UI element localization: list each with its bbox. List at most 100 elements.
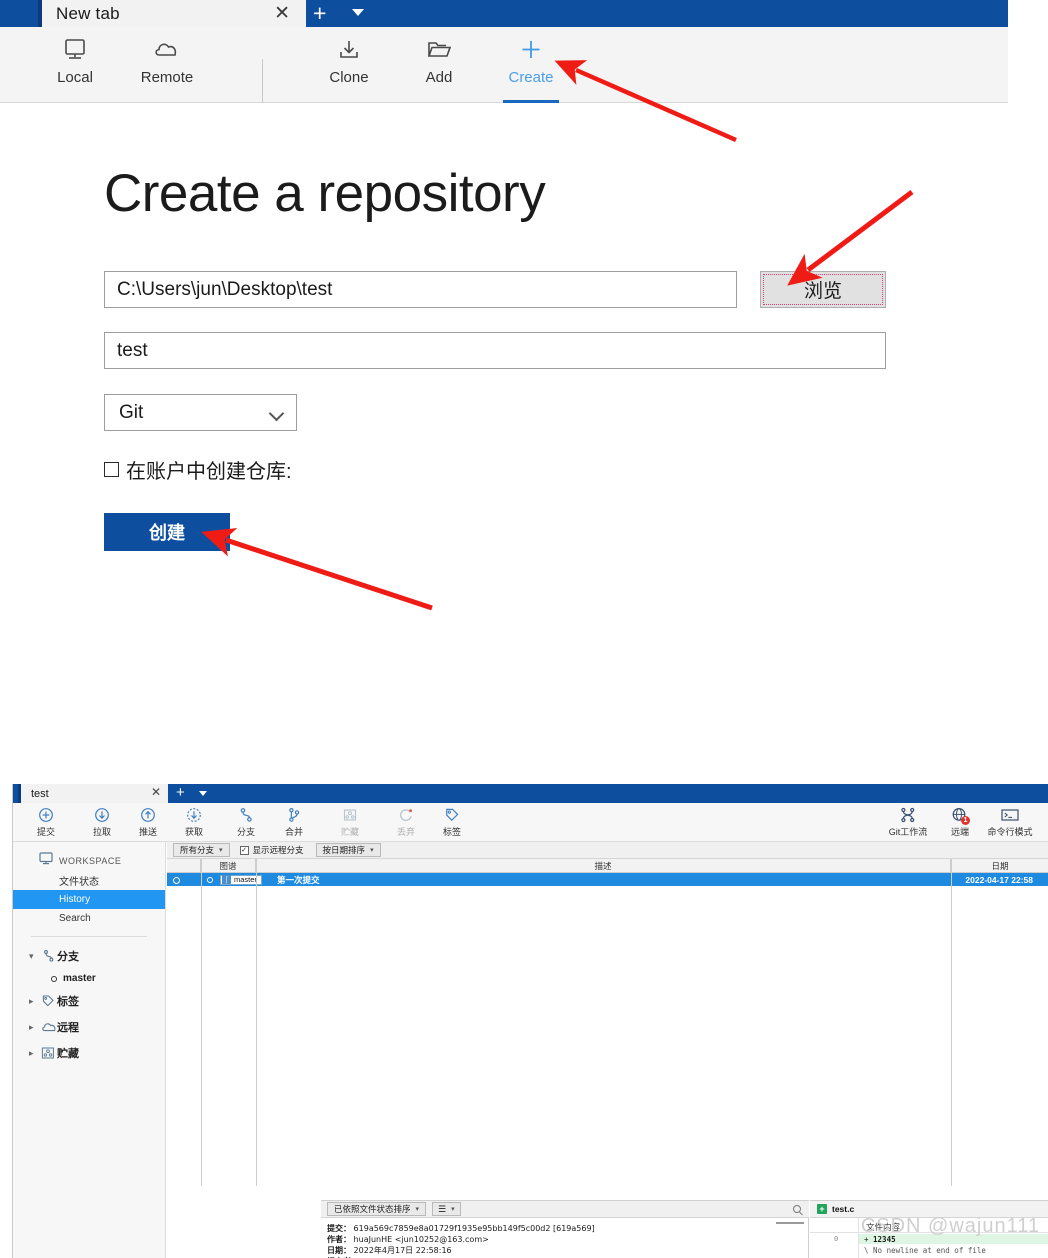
sourcetree-tab-test[interactable]: test ✕ — [18, 784, 168, 803]
caret-down-icon[interactable] — [199, 791, 207, 796]
toolbar-label: 标签 — [442, 827, 461, 837]
repository-name-input[interactable]: test — [104, 332, 886, 369]
toolbar-button-add[interactable]: Add — [396, 33, 482, 99]
tag-icon — [444, 805, 460, 824]
create-in-account-label: 在账户中创建仓库: — [126, 461, 292, 483]
commit-dot-icon — [207, 877, 213, 883]
checkbox-box: ✓ — [239, 845, 249, 855]
toolbar-button-gitflow[interactable]: Git工作流 — [885, 805, 931, 841]
chevron-right-icon: ▸ — [29, 1021, 34, 1032]
checkbox-box — [104, 462, 119, 477]
sidebar-workspace-header: WORKSPACE — [13, 851, 165, 871]
toolbar-button-fetch[interactable]: 获取 — [171, 805, 217, 841]
close-icon[interactable]: ✕ — [274, 2, 290, 25]
destination-path-input[interactable]: C:\Users\jun\Desktop\test — [104, 271, 737, 308]
close-icon[interactable]: ✕ — [151, 785, 161, 799]
caret-down-icon[interactable] — [352, 9, 364, 16]
column-header-description[interactable]: 描述 — [256, 859, 951, 873]
branch-dot-icon — [51, 975, 57, 982]
diff-text: No newline at end of file — [873, 1246, 986, 1255]
toolbar-label: 合并 — [284, 827, 303, 837]
plus-icon[interactable]: + — [313, 1, 326, 26]
toolbar-button-branch[interactable]: 分支 — [223, 805, 269, 841]
show-remote-branches-checkbox[interactable]: ✓ 显示远程分支 — [239, 844, 304, 856]
toolbar-button-commit[interactable]: 提交 — [23, 805, 69, 841]
sidebar-group-stashes[interactable]: ▸ 贮藏 — [13, 1040, 165, 1066]
metadata-value: huaJunHE <jun10252@163.com> — [353, 1235, 489, 1244]
toolbar-button-pull[interactable]: 拉取 — [79, 805, 125, 841]
toolbar-label: 远端 — [950, 827, 969, 837]
column-divider — [201, 859, 202, 1186]
globe-icon: 1 — [951, 805, 970, 825]
cloud-icon — [39, 1021, 57, 1034]
tab-label: New tab — [56, 3, 120, 23]
toolbar-button-merge[interactable]: 合并 — [271, 805, 317, 841]
repository-name-value: test — [117, 339, 148, 361]
branch-filter-dropdown[interactable]: 所有分支 ▾ — [173, 843, 230, 857]
sidebar-group-label: 贮藏 — [57, 1048, 79, 1060]
sidebar-group-tags[interactable]: ▸ 标签 — [13, 988, 165, 1014]
toolbar-button-terminal[interactable]: 命令行模式 — [987, 805, 1033, 841]
toolbar-button-push[interactable]: 推送 — [125, 805, 171, 841]
sidebar-item-file-status[interactable]: 文件状态 — [13, 871, 165, 890]
toolbar-button-tag[interactable]: 标签 — [429, 805, 475, 841]
toolbar-button-create[interactable]: Create — [488, 33, 574, 103]
commit-plus-icon — [38, 805, 54, 824]
destination-path-value: C:\Users\jun\Desktop\test — [117, 278, 333, 300]
toolbar-button-discard[interactable]: 丢弃 — [383, 805, 429, 841]
file-sort-dropdown[interactable]: 已依照文件状态排序 ▾ — [327, 1202, 427, 1216]
chevron-down-icon — [268, 405, 285, 422]
sourcetree-toolbar: 提交 拉取 推送 获取 分支 合并 贮藏 丢弃 标签 Git工作流 1 远端 命… — [13, 803, 1048, 842]
create-in-account-checkbox[interactable]: 在账户中创建仓库: — [104, 455, 292, 484]
toolbar-button-local[interactable]: Local — [32, 33, 118, 99]
download-icon — [336, 33, 362, 67]
notification-badge: 1 — [961, 816, 970, 825]
sort-order-dropdown[interactable]: 按日期排序 ▾ — [315, 843, 381, 857]
search-icon[interactable] — [793, 1205, 801, 1213]
repository-type-select[interactable]: Git — [104, 394, 297, 431]
sidebar-branch-master[interactable]: master — [13, 969, 165, 988]
toolbar-label: Git工作流 — [888, 827, 928, 837]
sidebar-group-label: 标签 — [57, 996, 79, 1008]
plus-icon[interactable]: + — [176, 785, 185, 801]
sidebar-group-label: 远程 — [57, 1022, 79, 1034]
toolbar-label: 命令行模式 — [987, 827, 1033, 837]
chevron-down-icon: ▾ — [29, 950, 34, 961]
push-up-arrow-icon — [140, 805, 156, 824]
column-header-spacer — [167, 859, 201, 873]
table-row[interactable]: ⎰ master 第一次提交 2022-04-17 22:5​8 — [167, 873, 1048, 886]
create-button[interactable]: 创建 — [104, 513, 230, 551]
merge-icon — [286, 805, 302, 824]
toolbar-button-stash[interactable]: 贮藏 — [327, 805, 373, 841]
chevron-down-icon: ▾ — [451, 1206, 455, 1213]
sidebar-item-label: 文件状态 — [59, 877, 99, 888]
branch-name: master — [234, 875, 257, 884]
view-mode-dropdown[interactable]: ☰ ▾ — [432, 1202, 461, 1216]
chevron-right-icon: ▸ — [29, 1047, 34, 1058]
commit-detail-pane: 已依照文件状态排序 ▾ ☰ ▾ 提交： 619a569c7859e8a01729… — [321, 1200, 809, 1258]
commit-description: 第一次提交 — [277, 874, 320, 885]
toolbar-button-remote[interactable]: Remote — [124, 33, 210, 99]
column-header-graph[interactable]: 图谱 — [201, 859, 256, 873]
chevron-down-icon: ▾ — [370, 847, 374, 854]
toolbar-button-clone[interactable]: Clone — [306, 33, 392, 99]
column-header-date[interactable]: 日期 — [951, 859, 1048, 873]
diff-prefix: \ — [864, 1246, 869, 1255]
toolbar-label: 拉取 — [92, 827, 111, 837]
sourcetree-titlebar: test ✕ + — [13, 784, 1048, 803]
toolbar-label: Remote — [140, 69, 194, 86]
scrollbar-thumb[interactable] — [776, 1222, 804, 1224]
browse-button[interactable]: 浏览 — [760, 271, 886, 308]
sidebar-item-search[interactable]: Search — [13, 909, 165, 928]
toolbar-button-remote[interactable]: 1 远端 — [937, 805, 983, 841]
branch-filter-label: 所有分支 — [180, 845, 215, 855]
sidebar-group-remotes[interactable]: ▸ 远程 — [13, 1014, 165, 1040]
page-title: Create a repository — [104, 164, 546, 223]
tab-label: test — [31, 787, 49, 800]
sidebar-group-branches[interactable]: ▾ 分支 — [13, 943, 165, 969]
screenshot-root: New tab ✕ + Local Remote Clone Add Creat… — [0, 0, 1048, 1258]
toolbar-label: 获取 — [184, 827, 203, 837]
sidebar-item-history[interactable]: History — [13, 890, 165, 909]
tab-new-tab[interactable]: New tab ✕ — [38, 0, 306, 27]
plus-icon — [518, 33, 544, 67]
